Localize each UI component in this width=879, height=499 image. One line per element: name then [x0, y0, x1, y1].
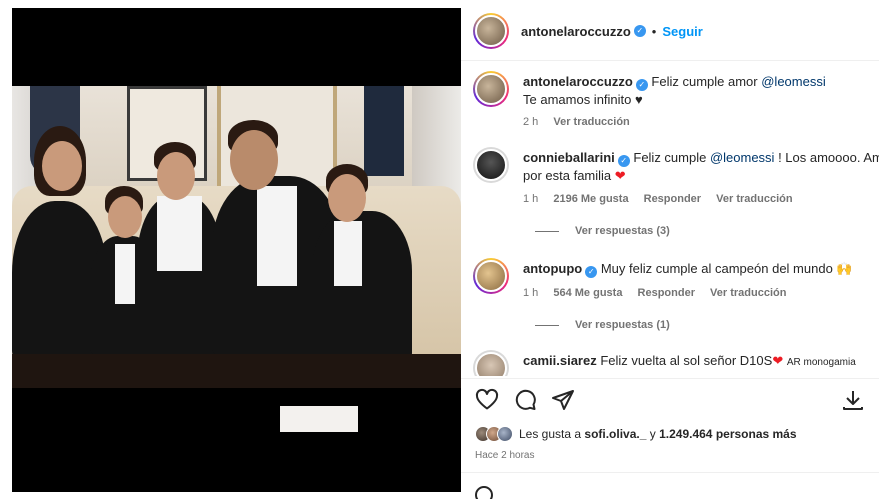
post-timestamp[interactable]: Hace 2 horas — [475, 450, 534, 461]
face-boy-right — [328, 174, 366, 222]
face-man — [230, 130, 278, 190]
caption-avatar[interactable] — [473, 71, 509, 107]
comment-username[interactable]: connieballarini — [523, 150, 615, 165]
view-replies-label: Ver respuestas (3) — [575, 225, 670, 237]
author-avatar[interactable] — [473, 13, 509, 49]
shirt-boy-right — [334, 221, 362, 286]
caption-time[interactable]: 2 h — [523, 116, 538, 128]
comment-connieballarini: connieballarini ✓ Feliz cumple @leomessi … — [473, 147, 879, 247]
face-boy-small — [108, 196, 142, 238]
emoji-icon[interactable] — [475, 486, 493, 499]
comment-line2: por esta familia — [523, 168, 612, 183]
shirt-man — [257, 186, 297, 286]
caption-meta: 2 h Ver traducción — [523, 116, 642, 128]
table-paper — [280, 406, 358, 432]
verified-badge-icon: ✓ — [585, 266, 598, 278]
comment-avatar[interactable] — [473, 350, 509, 376]
comment-body: connieballarini ✓ Feliz cumple @leomessi … — [523, 149, 879, 185]
comment-username[interactable]: camii.siarez — [523, 353, 597, 368]
comment-antopupo: antopupo ✓ Muy feliz cumple al campeón de… — [473, 258, 879, 338]
comment-text-after: AR monogamia — [786, 357, 856, 368]
raised-hands-emoji-icon: 🙌 — [836, 261, 853, 276]
comment-avatar[interactable] — [473, 258, 509, 294]
likes-prefix: Les gusta a — [519, 427, 585, 441]
caption-body: antonelaroccuzzo ✓ Feliz cumple amor @leo… — [523, 73, 879, 109]
person-boy-right — [312, 211, 412, 361]
shirt-boy-small — [115, 244, 135, 304]
likes-summary[interactable]: Les gusta a sofi.oliva._ y 1.249.464 per… — [475, 426, 797, 442]
caption-mention[interactable]: @leomessi — [761, 74, 826, 89]
comment-meta: 1 h 564 Me gusta Responder Ver traducció… — [523, 287, 798, 299]
likes-text: Les gusta a sofi.oliva._ y 1.249.464 per… — [519, 427, 797, 441]
share-icon[interactable] — [551, 388, 575, 412]
footer-divider — [461, 472, 879, 473]
comment-body: camii.siarez Feliz vuelta al sol señor D… — [523, 352, 879, 372]
face-woman — [42, 141, 82, 191]
verified-badge-icon: ✓ — [633, 25, 646, 37]
comment-text: Feliz cumple — [633, 150, 710, 165]
comment-avatar[interactable] — [473, 147, 509, 183]
comment-text-after: ! Los amoooo. Am — [774, 150, 879, 165]
comment-likes[interactable]: 564 Me gusta — [553, 287, 622, 299]
separator-dot: • — [651, 23, 657, 39]
family-photo — [12, 86, 461, 388]
comment-username[interactable]: antopupo — [523, 261, 582, 276]
curtain-tie-right — [364, 86, 404, 176]
likes-middle: y — [646, 427, 660, 441]
follow-button[interactable]: Seguir — [662, 24, 702, 39]
replies-line — [535, 230, 559, 232]
comment-text: Feliz vuelta al sol señor D10S — [600, 353, 773, 368]
coffee-table — [12, 354, 461, 388]
reply-button[interactable]: Responder — [638, 287, 695, 299]
author-username[interactable]: antonelaroccuzzo — [521, 24, 631, 39]
post-media[interactable] — [12, 8, 461, 492]
view-replies-button[interactable]: Ver respuestas (3) — [535, 225, 670, 237]
comment-time[interactable]: 1 h — [523, 287, 538, 299]
caption-line2: Te amamos infinito ♥ — [523, 92, 643, 107]
caption-username[interactable]: antonelaroccuzzo — [523, 74, 633, 89]
view-replies-button[interactable]: Ver respuestas (1) — [535, 319, 670, 331]
translate-button[interactable]: Ver traducción — [716, 193, 792, 205]
verified-badge-icon: ✓ — [635, 79, 648, 91]
caption: antonelaroccuzzo ✓ Feliz cumple amor @leo… — [473, 71, 879, 131]
shirt-boy-middle — [157, 196, 202, 271]
face-boy-middle — [157, 152, 195, 200]
caption-text: Feliz cumple amor — [651, 74, 762, 89]
comment-likes[interactable]: 2196 Me gusta — [553, 193, 628, 205]
reply-button[interactable]: Responder — [644, 193, 701, 205]
verified-badge-icon: ✓ — [617, 155, 630, 167]
comment-mention[interactable]: @leomessi — [710, 150, 775, 165]
translate-button[interactable]: Ver traducción — [710, 287, 786, 299]
header-divider — [461, 60, 879, 61]
comment-camii: camii.siarez Feliz vuelta al sol señor D… — [473, 350, 879, 376]
post-header: antonelaroccuzzo ✓ • Seguir — [473, 13, 703, 49]
view-replies-label: Ver respuestas (1) — [575, 319, 670, 331]
comment-meta: 1 h 2196 Me gusta Responder Ver traducci… — [523, 193, 805, 205]
caption-translate[interactable]: Ver traducción — [553, 116, 629, 128]
post-actions — [475, 388, 867, 414]
comment-time[interactable]: 1 h — [523, 193, 538, 205]
liker-avatar — [497, 426, 513, 442]
replies-line — [535, 324, 559, 326]
comment-text: Muy feliz cumple al campeón del mundo — [600, 261, 833, 276]
likes-count[interactable]: 1.249.464 personas más — [659, 427, 796, 441]
heart-emoji-icon: ❤ — [772, 353, 784, 368]
comment-icon[interactable] — [513, 388, 537, 412]
heart-emoji-icon: ❤ — [614, 168, 626, 183]
actions-divider — [461, 378, 879, 379]
save-icon[interactable] — [841, 388, 865, 412]
post-side-panel: antonelaroccuzzo ✓ • Seguir antonelarocc… — [461, 0, 879, 499]
comment-body: antopupo ✓ Muy feliz cumple al campeón de… — [523, 260, 879, 278]
likes-user[interactable]: sofi.oliva._ — [584, 427, 646, 441]
heart-icon[interactable] — [475, 388, 499, 412]
